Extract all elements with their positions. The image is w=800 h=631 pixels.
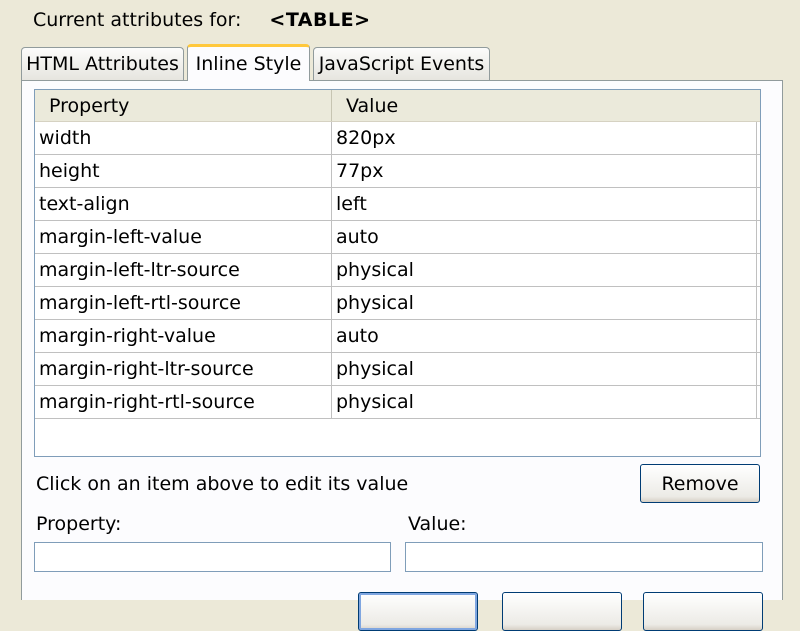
tab-javascript-events[interactable]: JavaScript Events: [313, 47, 490, 80]
dialog-header: Current attributes for: <TABLE>: [33, 7, 371, 33]
ok-button[interactable]: [358, 592, 478, 631]
property-cell[interactable]: margin-right-ltr-source: [35, 353, 332, 385]
property-cell[interactable]: margin-left-value: [35, 221, 332, 253]
property-cell[interactable]: margin-left-rtl-source: [35, 287, 332, 319]
property-input[interactable]: [34, 542, 391, 572]
tab-label: JavaScript Events: [318, 53, 485, 75]
element-tag: <TABLE>: [269, 9, 371, 31]
tab-html-attributes[interactable]: HTML Attributes: [21, 47, 184, 80]
value-cell[interactable]: physical: [332, 386, 757, 418]
table-row[interactable]: margin-right-rtl-source physical: [35, 386, 760, 419]
column-header-label: Property: [49, 94, 130, 117]
table-row[interactable]: margin-right-value auto: [35, 320, 760, 353]
remove-button[interactable]: Remove: [640, 464, 760, 503]
tab-strip: HTML Attributes Inline Style JavaScript …: [21, 44, 781, 81]
table-row[interactable]: margin-left-rtl-source physical: [35, 287, 760, 320]
value-cell[interactable]: physical: [332, 287, 757, 319]
table-row[interactable]: width 820px: [35, 122, 760, 155]
property-cell[interactable]: height: [35, 155, 332, 187]
value-cell[interactable]: 77px: [332, 155, 757, 187]
tab-label: Inline Style: [195, 53, 302, 75]
value-cell[interactable]: physical: [332, 254, 757, 286]
header-label: Current attributes for:: [33, 9, 242, 31]
value-cell[interactable]: 820px: [332, 122, 757, 154]
value-cell[interactable]: physical: [332, 353, 757, 385]
table-row[interactable]: margin-left-value auto: [35, 221, 760, 254]
tab-inline-style[interactable]: Inline Style: [187, 44, 310, 81]
grid-body: width 820px height 77px text-align left margin…: [35, 122, 760, 419]
property-cell[interactable]: width: [35, 122, 332, 154]
property-cell[interactable]: margin-left-ltr-source: [35, 254, 332, 286]
value-cell[interactable]: left: [332, 188, 757, 220]
column-header-label: Value: [346, 94, 399, 117]
grid-header: Property Value: [35, 90, 760, 122]
table-row[interactable]: text-align left: [35, 188, 760, 221]
cancel-button[interactable]: [502, 592, 622, 631]
property-cell[interactable]: margin-right-value: [35, 320, 332, 352]
property-label: Property:: [36, 513, 122, 535]
value-input[interactable]: [405, 542, 763, 572]
table-row[interactable]: height 77px: [35, 155, 760, 188]
table-row[interactable]: margin-left-ltr-source physical: [35, 254, 760, 287]
value-cell[interactable]: auto: [332, 221, 757, 253]
table-row[interactable]: margin-right-ltr-source physical: [35, 353, 760, 386]
hint-text: Click on an item above to edit its value: [36, 473, 409, 495]
column-header-property[interactable]: Property: [35, 90, 332, 121]
value-cell[interactable]: auto: [332, 320, 757, 352]
property-grid[interactable]: Property Value width 820px height 77px text-…: [34, 89, 761, 457]
property-cell[interactable]: margin-right-rtl-source: [35, 386, 332, 418]
help-button[interactable]: [643, 592, 763, 631]
column-header-value[interactable]: Value: [332, 90, 760, 121]
property-cell[interactable]: text-align: [35, 188, 332, 220]
tab-label: HTML Attributes: [26, 53, 179, 75]
value-label: Value:: [408, 513, 467, 535]
